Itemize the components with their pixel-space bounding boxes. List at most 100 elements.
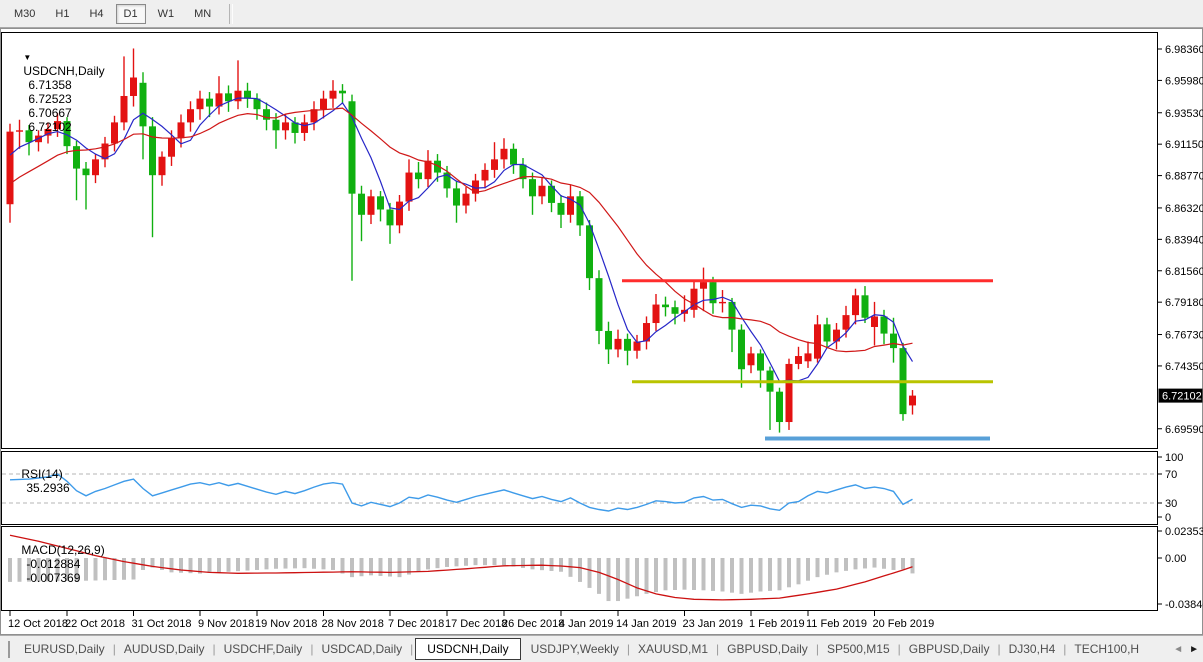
ohlc-close-value: 6.72102 [28,120,72,134]
candle-body [852,295,859,316]
candle-body [149,126,156,176]
macd-histogram-bar [245,558,250,571]
timeframe-mn-button[interactable]: MN [186,4,219,24]
candle-body [301,122,308,133]
candle-body [320,98,327,110]
timeframe-d1-button[interactable]: D1 [115,3,146,24]
macd-axis-label: 0.023534 [1165,526,1203,538]
symbol-tab[interactable]: SP500,M15 [819,639,898,659]
symbol-tab[interactable]: GBPUSD,Daily [901,639,998,659]
macd-histogram-bar [502,558,506,566]
macd-histogram-bar [226,558,231,572]
macd-histogram-bar [654,558,658,593]
symbol-tab[interactable]: USDJPY,Weekly [523,639,627,659]
candle-body [823,324,831,342]
collapse-arrow-icon[interactable]: ▼ [23,53,31,62]
candle-body [491,159,498,170]
candle-body [73,146,80,169]
candle-body [757,353,764,371]
candle-body [719,301,726,304]
macd-histogram-bar [464,558,468,566]
tabbar-left-stub [0,640,10,658]
candle-body [595,278,603,331]
macd-histogram-bar [454,558,459,567]
candle-body [168,138,175,157]
candle-body [405,172,413,202]
candle-body [795,356,802,364]
macd-histogram-bar [682,558,687,590]
candle-body [738,329,745,370]
scroll-tabs-left-icon[interactable]: ◄ [1173,644,1183,655]
symbol-tab[interactable]: USDCAD,Daily [313,639,410,659]
candle-body [158,156,166,176]
chart-window[interactable]: 6.98360 6.95980 6.93530 6.91150 6.88770 6.863… [0,28,1203,635]
price-axis-label: 6.93530 [1165,108,1203,120]
symbol-tab-active[interactable]: USDCNH,Daily [415,638,521,660]
rsi-panel[interactable] [1,451,1158,525]
symbol-tab[interactable]: GBPUSD,Daily [719,639,816,659]
candle-body [206,98,213,107]
candle-body [909,395,916,406]
price-axis-label: 6.95980 [1165,75,1203,87]
candle-body [358,193,365,215]
timeframe-h4-button[interactable]: H4 [81,4,111,24]
candle-body [605,330,612,350]
macd-histogram-bar [872,558,877,568]
candle-body [804,353,812,362]
price-axis-label: 6.69590 [1165,424,1203,436]
macd-histogram-bar [701,558,706,591]
macd-histogram-bar [663,558,668,591]
candle-body [225,93,232,102]
symbol-tab[interactable]: AUDUSD,Daily [116,639,213,659]
candle-body [196,98,204,110]
tab-scroll-controls: ◄ ► [1173,644,1203,655]
tab-separator: | [410,642,414,656]
symbol-tab[interactable]: TECH100,H [1066,639,1147,659]
candle-body [329,90,337,99]
timeframe-w1-button[interactable]: W1 [150,4,183,24]
chart-canvas[interactable]: 6.98360 6.95980 6.93530 6.91150 6.88770 6.863… [0,28,1203,635]
price-panel[interactable] [1,32,1158,449]
date-axis-label: 12 Oct 2018 [8,618,68,630]
symbol-tab[interactable]: EURUSD,Daily [16,639,113,659]
date-axis-label: 14 Jan 2019 [616,618,677,630]
candle-body [310,109,318,123]
symbol-tab[interactable]: XAUUSD,M1 [630,639,716,659]
candle-body [785,363,793,423]
candle-body [282,122,289,131]
macd-histogram-bar [758,558,763,592]
macd-histogram-bar [236,558,240,572]
candle-body [92,159,99,176]
price-axis-label: 6.79180 [1165,297,1203,309]
macd-histogram-bar [891,558,896,570]
timeframe-m30-button[interactable]: M30 [6,4,43,24]
ohlc-high-value: 6.72523 [28,92,72,106]
macd-histogram-bar [207,558,212,573]
candle-body [861,295,869,318]
candle-body [662,304,669,308]
candle-body [139,82,147,127]
scroll-tabs-right-icon[interactable]: ► [1189,644,1199,655]
candle-body [244,90,251,99]
rsi-value-label: 35.2936 [26,481,70,495]
macd-histogram-bar [359,558,364,577]
date-axis-label: 22 Oct 2018 [65,618,125,630]
candle-body [842,315,850,330]
price-axis-label: 6.98360 [1165,44,1203,56]
macd-histogram-bar [340,558,345,574]
candle-body [367,196,375,215]
macd-histogram-bar [302,558,307,569]
macd-signal-value-label: -0.007369 [26,571,81,585]
macd-histogram-bar [834,558,839,573]
price-axis-label: 6.83940 [1165,234,1203,246]
timeframe-h1-button[interactable]: H1 [47,4,77,24]
symbol-tab[interactable]: USDCHF,Daily [216,639,311,659]
candle-body [481,169,489,181]
timeframe-toolbar: M30 H1 H4 D1 W1 MN [0,0,1203,28]
macd-histogram-bar [388,558,392,577]
candle-body [187,109,194,123]
price-axis-label: 6.76730 [1165,330,1203,342]
macd-histogram-bar [777,558,782,591]
symbol-tab[interactable]: DJ30,H4 [1001,639,1064,659]
macd-histogram-bar [825,558,829,575]
